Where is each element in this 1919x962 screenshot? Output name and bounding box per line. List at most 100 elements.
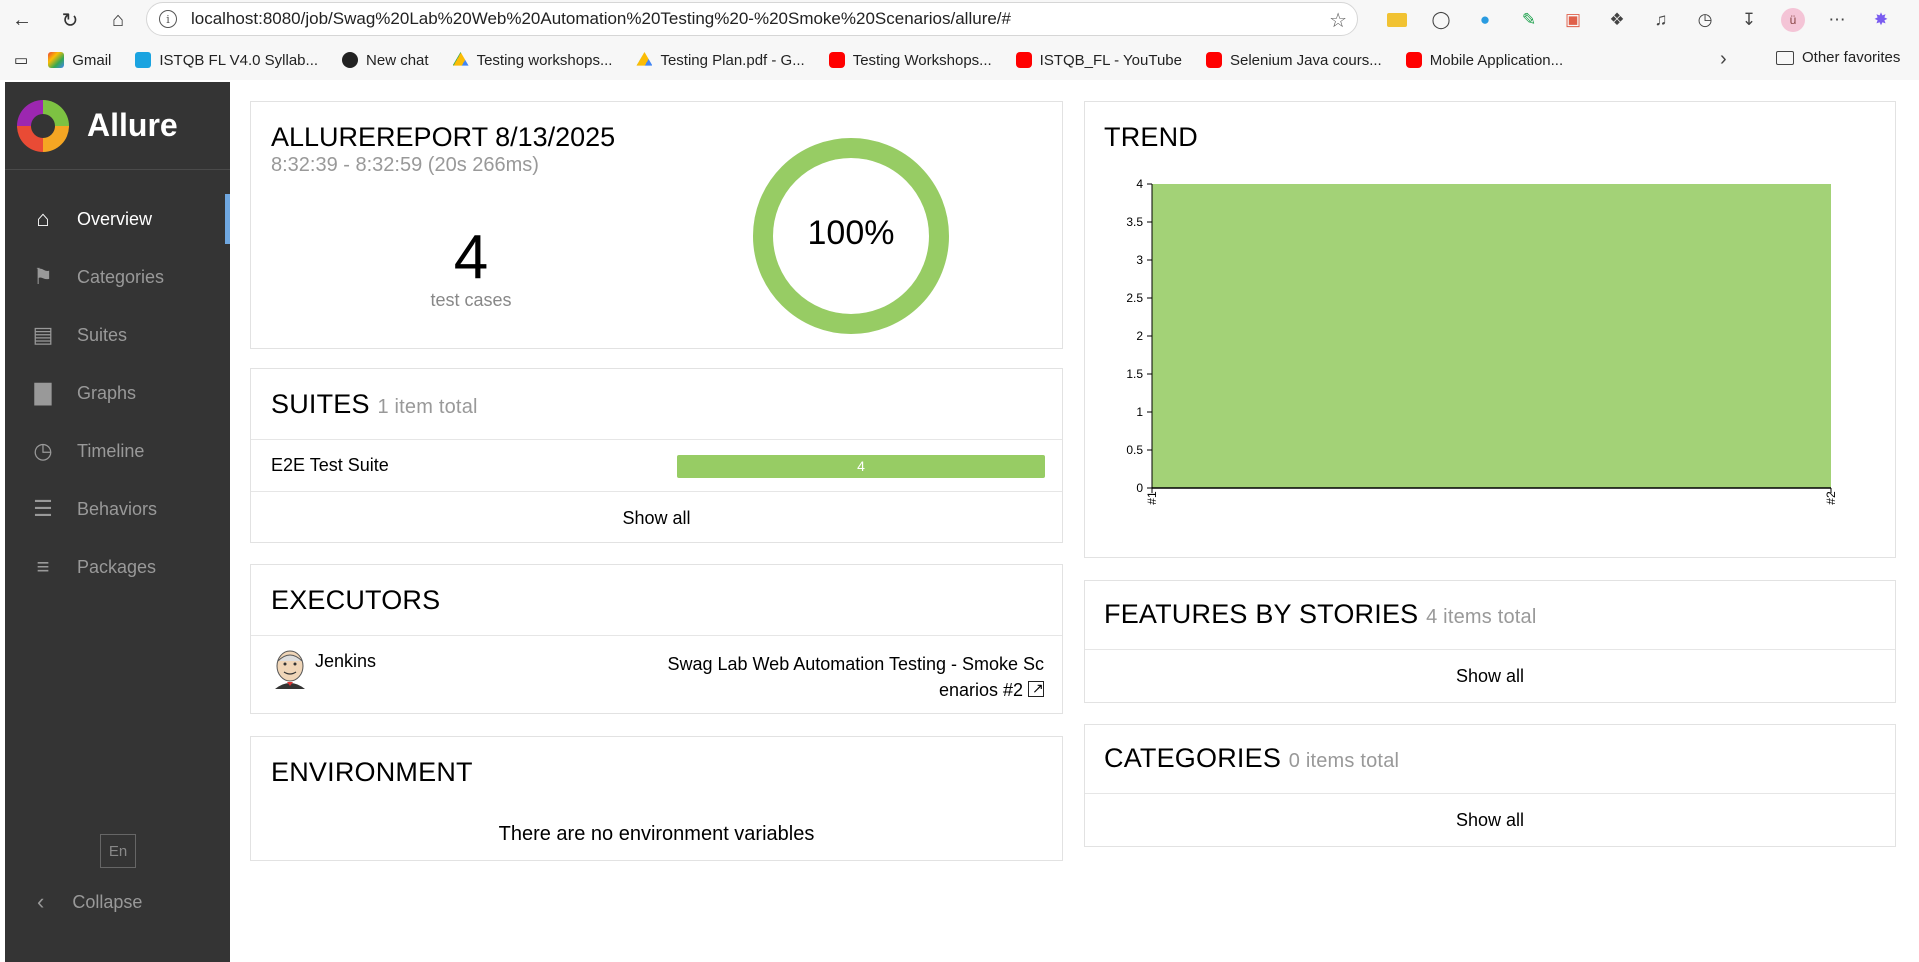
- align-left-icon: ≡: [36, 554, 50, 579]
- y-tick-label: 3: [1136, 253, 1143, 267]
- jenkins-avatar-icon: [275, 650, 305, 689]
- yt-icon: [1205, 52, 1222, 68]
- y-tick-label: 1.5: [1126, 367, 1143, 381]
- suites-show-all-link[interactable]: Show all: [251, 508, 1062, 529]
- features-show-all-link[interactable]: Show all: [1085, 666, 1895, 687]
- home-icon[interactable]: ⌂: [104, 6, 132, 34]
- bookmark-label: Testing workshops...: [476, 51, 613, 69]
- suites-widget: SUITES 1 item total E2E Test Suite 4 Sho…: [250, 368, 1063, 543]
- folder-icon: [1776, 50, 1794, 65]
- language-button[interactable]: En: [100, 834, 136, 868]
- allure-logo: [17, 99, 69, 152]
- refresh-icon[interactable]: ↻: [56, 6, 84, 34]
- bookmark-item[interactable]: New chat: [342, 52, 429, 69]
- profile-avatar[interactable]: ü: [1776, 6, 1810, 34]
- summary-widget: ALLUREREPORT 8/13/2025 8:32:39 - 8:32:59…: [250, 101, 1063, 349]
- report-time: 8:32:39 - 8:32:59 (20s 266ms): [271, 154, 539, 176]
- chevron-left-icon: ‹: [37, 889, 45, 914]
- bookmark-label: Mobile Application...: [1429, 51, 1564, 69]
- build-name-line-2: enarios #2: [938, 680, 1023, 700]
- suite-status-bar[interactable]: 4: [677, 455, 1045, 478]
- history-icon[interactable]: ◷: [1688, 6, 1722, 34]
- test-case-label: test cases: [430, 290, 512, 310]
- bookmark-item[interactable]: Gmail: [48, 52, 111, 69]
- bookmark-label: Selenium Java cours...: [1229, 51, 1382, 69]
- test-case-count: 4: [453, 223, 489, 292]
- bookmark-label: Testing Plan.pdf - G...: [660, 51, 805, 69]
- bookmark-item[interactable]: ISTQB FL V4.0 Syllab...: [135, 52, 318, 69]
- sidebar-item-categories[interactable]: ⚑ Categories: [5, 248, 230, 306]
- bookmark-label: ISTQB FL V4.0 Syllab...: [159, 51, 319, 69]
- brand[interactable]: Allure: [5, 82, 230, 170]
- categories-widget: CATEGORIES 0 items total Show all: [1084, 724, 1896, 847]
- sidebar-item-label: Categories: [77, 266, 165, 287]
- collapse-button[interactable]: ‹ Collapse: [29, 882, 142, 922]
- bookmark-item[interactable]: ISTQB_FL - YouTube: [1015, 51, 1182, 69]
- sidebar-item-behaviors[interactable]: ☰ Behaviors: [5, 480, 230, 538]
- bookmark-label: ISTQB_FL - YouTube: [1039, 51, 1182, 69]
- sidebar-item-label: Graphs: [77, 382, 137, 403]
- briefcase-icon: ▤: [32, 322, 54, 347]
- bookmark-label: Testing Workshops...: [852, 51, 992, 69]
- suites-title: SUITES: [271, 389, 370, 419]
- trend-chart[interactable]: 0 0.5 1 1.5 2 2.5 3 3.5 4 #1 #2: [1085, 162, 1897, 552]
- media-icon[interactable]: ♫: [1644, 6, 1678, 34]
- profile-initial: ü: [1781, 8, 1805, 32]
- trend-area: [1152, 184, 1831, 488]
- copilot-icon[interactable]: ✸: [1864, 6, 1898, 34]
- suite-name[interactable]: E2E Test Suite: [271, 455, 389, 476]
- bookmark-item[interactable]: Mobile Application...: [1405, 51, 1564, 69]
- download-icon[interactable]: ↧: [1732, 6, 1766, 34]
- bookmark-item[interactable]: Testing Plan.pdf - G...: [636, 51, 805, 69]
- drive-icon: [636, 52, 653, 66]
- sidebar: Allure ⌂ Overview ⚑ Categories ▤ Suites ▇ Graph…: [5, 82, 230, 962]
- extension-icon[interactable]: ◯: [1424, 6, 1458, 34]
- puzzle-icon[interactable]: ❖: [1600, 6, 1634, 34]
- extension-icon[interactable]: ●: [1468, 6, 1502, 34]
- highlighter-icon[interactable]: ✎: [1512, 6, 1546, 34]
- sidebar-item-label: Overview: [77, 208, 153, 229]
- suites-subtitle: 1 item total: [377, 396, 478, 418]
- sidebar-item-label: Suites: [77, 324, 128, 345]
- bookmarks-toggle-icon[interactable]: ▭: [14, 51, 28, 69]
- report-title: ALLUREREPORT 8/13/2025: [271, 122, 616, 152]
- pass-percentage: 100%: [807, 214, 895, 252]
- site-info-icon[interactable]: i: [159, 10, 177, 28]
- bookmark-item[interactable]: Selenium Java cours...: [1205, 51, 1382, 69]
- sidebar-item-overview[interactable]: ⌂ Overview: [5, 190, 230, 248]
- sidebar-item-label: Packages: [77, 556, 157, 577]
- sidebar-item-suites[interactable]: ▤ Suites: [5, 306, 230, 364]
- more-icon[interactable]: ⋯: [1820, 6, 1854, 34]
- executor-build-link[interactable]: Swag Lab Web Automation Testing - Smoke …: [664, 651, 1044, 703]
- chevron-right-icon[interactable]: ›: [1720, 48, 1727, 71]
- other-favorites-label: Other favorites: [1802, 49, 1901, 66]
- features-subtitle: 4 items total: [1426, 606, 1537, 628]
- drive-icon: [452, 52, 469, 66]
- extension-icon[interactable]: [1380, 6, 1414, 34]
- browser-toolbar: ← ↻ ⌂ i localhost:8080/job/Swag%20Lab%20…: [0, 0, 1919, 40]
- gmail-icon: [48, 52, 65, 68]
- categories-show-all-link[interactable]: Show all: [1085, 810, 1895, 831]
- executor-name: Jenkins: [315, 651, 377, 671]
- url-text[interactable]: localhost:8080/job/Swag%20Lab%20Web%20Au…: [191, 9, 1011, 29]
- bookmark-item[interactable]: Testing Workshops...: [828, 51, 992, 69]
- address-bar[interactable]: i localhost:8080/job/Swag%20Lab%20Web%20…: [146, 2, 1358, 36]
- other-favorites[interactable]: Other favorites: [1776, 49, 1900, 66]
- bookmark-label: Gmail: [72, 51, 112, 69]
- external-link-icon: [1028, 675, 1044, 701]
- clock-icon: ◷: [33, 438, 53, 463]
- categories-subtitle: 0 items total: [1288, 750, 1400, 772]
- brand-name: Allure: [87, 107, 178, 143]
- sidebar-item-graphs[interactable]: ▇ Graphs: [5, 364, 230, 422]
- extension-icon[interactable]: ▣: [1556, 6, 1590, 34]
- bookmark-item[interactable]: Testing workshops...: [452, 51, 613, 69]
- sidebar-item-timeline[interactable]: ◷ Timeline: [5, 422, 230, 480]
- yt-icon: [1405, 52, 1422, 68]
- trend-widget: TREND 0 0.5 1 1.5 2 2.5 3 3.5 4 #1 #2: [1084, 101, 1896, 558]
- sidebar-item-packages[interactable]: ≡ Packages: [5, 538, 230, 596]
- back-arrow-icon[interactable]: ←: [8, 6, 36, 34]
- x-tick-label: #2: [1824, 491, 1838, 505]
- favorite-star-icon[interactable]: ☆: [1329, 8, 1347, 33]
- categories-heading: CATEGORIES 0 items total: [1104, 743, 1399, 774]
- istqb-icon: [135, 52, 152, 68]
